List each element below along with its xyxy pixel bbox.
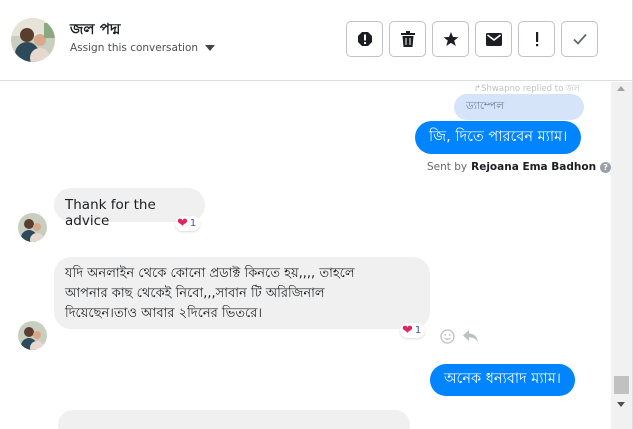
star-icon — [443, 32, 458, 46]
contact-name: জল পদ্ম — [70, 20, 121, 38]
scrollbar[interactable] — [611, 82, 632, 429]
message-actions — [440, 329, 479, 344]
sent-by-label: Sent by Rejoana Ema Badhon ? — [427, 161, 611, 173]
heart-icon: ❤ — [402, 323, 413, 338]
trash-icon — [400, 31, 415, 47]
reaction-count: 1 — [189, 218, 197, 229]
quoted-message[interactable]: ড্যাম্পেল — [454, 94, 584, 120]
spam-button[interactable] — [346, 21, 383, 57]
delete-button[interactable] — [389, 21, 426, 57]
reply-icon[interactable] — [463, 330, 479, 343]
star-button[interactable] — [432, 21, 469, 57]
scroll-up-arrow-icon[interactable] — [617, 86, 625, 91]
checkmark-icon — [572, 33, 587, 45]
follow-up-button[interactable] — [518, 21, 555, 57]
outgoing-message[interactable]: জি, দিতে পারবেন ম্যাম। — [415, 121, 582, 154]
incoming-message[interactable] — [58, 410, 410, 429]
message-line: আপনার কাছ থেকেই নিবো,,,সাবান টি অরিজিনাল — [65, 286, 325, 301]
reaction-count: 1 — [414, 325, 422, 336]
contact-avatar-small — [18, 321, 47, 350]
heart-icon: ❤ — [177, 216, 188, 231]
exclamation-icon — [535, 32, 538, 47]
contact-avatar[interactable] — [11, 18, 55, 62]
contact-avatar-small — [18, 213, 47, 242]
emoji-icon[interactable] — [440, 329, 455, 344]
help-icon[interactable]: ? — [600, 161, 611, 173]
envelope-icon — [485, 32, 502, 46]
scrollbar-thumb[interactable] — [614, 376, 629, 394]
outgoing-message[interactable]: অনেক ধন্যবাদ ম্যাম। — [430, 364, 575, 396]
mark-unread-button[interactable] — [475, 21, 512, 57]
assign-label: Assign this conversation — [70, 42, 199, 54]
message-line: যদি অনলাইন থেকে কোনো প্রডাক্ট কিনতে হয়,… — [65, 266, 355, 281]
alert-octagon-icon — [357, 32, 372, 46]
sent-by-prefix: Sent by — [427, 161, 468, 173]
caret-down-icon — [205, 45, 216, 51]
conversation-header: জল পদ্ম Assign this conversation — [0, 0, 632, 81]
incoming-message[interactable]: যদি অনলাইন থেকে কোনো প্রডাক্ট কিনতে হয়,… — [54, 257, 430, 329]
message-line: দিয়েছেন।তাও আবার ২দিনের ভিতরে। — [65, 306, 263, 321]
assign-conversation-dropdown[interactable]: Assign this conversation — [70, 42, 216, 54]
done-button[interactable] — [561, 21, 598, 57]
reaction-badge[interactable]: ❤ 1 — [400, 323, 426, 338]
message-thread: ↱Shwapno replied to জল ড্যাম্পেল জি, দিত… — [0, 82, 611, 429]
sender-name[interactable]: Rejoana Ema Badhon — [471, 161, 596, 173]
reaction-badge[interactable]: ❤ 1 — [175, 216, 201, 231]
scroll-down-arrow-icon[interactable] — [617, 402, 625, 407]
conversation-window: জল পদ্ম Assign this conversation ↱Shwapn… — [0, 0, 633, 429]
